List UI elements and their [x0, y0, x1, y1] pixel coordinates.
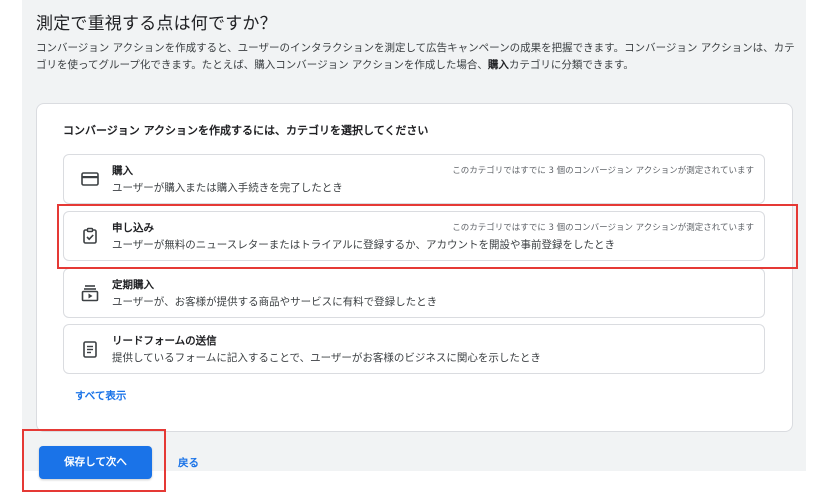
category-heading: コンバージョン アクションを作成するには、カテゴリを選択してください: [63, 124, 429, 137]
credit-card-icon: [80, 169, 100, 189]
description-text-2: カテゴリに分類できます。: [508, 59, 634, 71]
subscriptions-icon: [80, 283, 100, 303]
category-option-subscription[interactable]: 定期購入 ユーザーが、お客様が提供する商品やサービスに有料で登録したとき: [63, 268, 765, 318]
option-title: リードフォームの送信: [112, 335, 217, 347]
option-note: このカテゴリではすでに 3 個のコンバージョン アクションが測定されています: [452, 166, 754, 176]
option-title: 購入: [112, 165, 133, 177]
option-title: 定期購入: [112, 279, 154, 291]
description-bold: 購入: [487, 59, 509, 71]
page-title: 測定で重視する点は何ですか？: [36, 14, 277, 34]
option-description: ユーザーが、お客様が提供する商品やサービスに有料で登録したとき: [112, 296, 438, 308]
form-icon: [80, 339, 100, 359]
category-option-purchase[interactable]: 購入 ユーザーが購入または購入手続きを完了したとき このカテゴリではすでに 3 …: [63, 154, 765, 204]
option-description: ユーザーが購入または購入手続きを完了したとき: [112, 182, 343, 194]
category-option-lead-form[interactable]: リードフォームの送信 提供しているフォームに記入することで、ユーザーがお客様のビ…: [63, 324, 765, 374]
description-text-1: コンバージョン アクションを作成すると、ユーザーのインタラクションを測定して広告…: [36, 42, 795, 71]
back-button[interactable]: 戻る: [178, 455, 199, 470]
save-and-next-button[interactable]: 保存して次へ: [39, 446, 152, 479]
highlight-signup-option: [57, 204, 798, 269]
option-description: 提供しているフォームに記入することで、ユーザーがお客様のビジネスに関心を示したと…: [112, 352, 541, 364]
page-description: コンバージョン アクションを作成すると、ユーザーのインタラクションを測定して広告…: [36, 40, 798, 74]
view-all-link[interactable]: すべて表示: [75, 388, 126, 403]
